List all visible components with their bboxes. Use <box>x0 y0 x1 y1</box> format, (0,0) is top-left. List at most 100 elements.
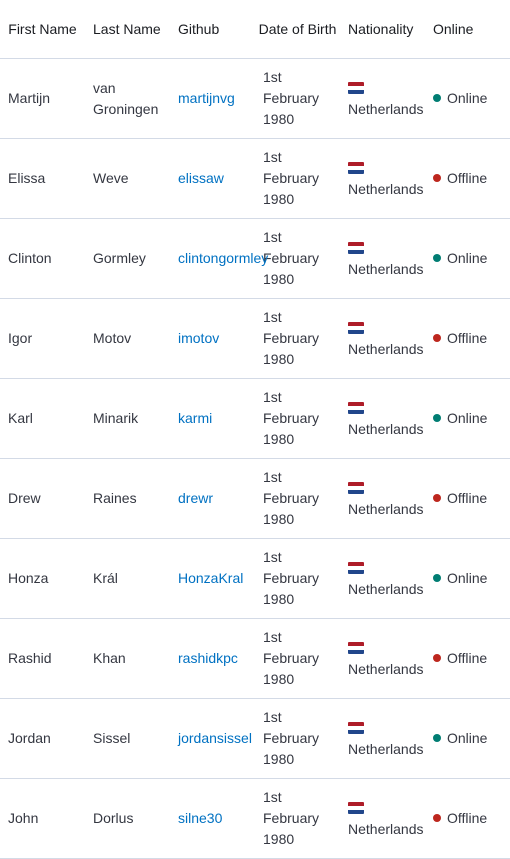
github-link[interactable]: martijnvg <box>178 90 235 106</box>
dob-text: 1st February 1980 <box>263 69 320 127</box>
dob-text: 1st February 1980 <box>263 469 320 527</box>
cell-dob: 1st February 1980 <box>255 139 340 219</box>
cell-first-name: Martijn <box>0 59 85 139</box>
netherlands-flag-icon <box>348 721 364 734</box>
cell-last-name: van Groningen <box>85 59 170 139</box>
dob-text: 1st February 1980 <box>263 149 320 207</box>
column-header-first-name[interactable]: First Name <box>0 0 85 59</box>
cell-github: jordansissel <box>170 699 255 779</box>
status-text: Offline <box>447 330 488 346</box>
column-header-dob[interactable]: Date of Birth <box>255 0 340 59</box>
nationality-text: Netherlands <box>348 100 424 117</box>
status-indicator: Offline <box>433 810 487 826</box>
cell-nationality: Netherlands <box>340 379 425 459</box>
cell-online: Online <box>425 59 510 139</box>
cell-nationality: Netherlands <box>340 539 425 619</box>
github-link[interactable]: clintongormley <box>178 250 268 266</box>
status-text: Offline <box>447 650 488 666</box>
column-header-label: Github <box>178 20 220 37</box>
column-header-label: Online <box>433 20 474 37</box>
column-header-nationality[interactable]: Nationality <box>340 0 425 59</box>
github-link[interactable]: imotov <box>178 330 219 346</box>
github-link[interactable]: rashidkpc <box>178 650 238 666</box>
dob-text: 1st February 1980 <box>263 629 320 687</box>
nationality-text: Netherlands <box>348 500 424 517</box>
github-link[interactable]: karmi <box>178 410 212 426</box>
status-text: Online <box>447 410 488 426</box>
status-indicator: Online <box>433 410 487 426</box>
github-link[interactable]: HonzaKral <box>178 570 243 586</box>
status-text: Online <box>447 90 488 106</box>
column-header-github[interactable]: Github <box>170 0 255 59</box>
last-name-text: Gormley <box>93 250 146 266</box>
cell-last-name: Minarik <box>85 379 170 459</box>
cell-nationality: Netherlands <box>340 139 425 219</box>
status-text: Online <box>447 570 488 586</box>
column-header-label: Last Name <box>93 20 161 37</box>
github-link[interactable]: drewr <box>178 490 213 506</box>
cell-github: drewr <box>170 459 255 539</box>
first-name-text: Elissa <box>8 170 46 186</box>
cell-last-name: Motov <box>85 299 170 379</box>
status-indicator: Offline <box>433 490 487 506</box>
cell-nationality: Netherlands <box>340 59 425 139</box>
table-row: Martijn van Groningen martijnvg 1st Febr… <box>0 59 510 139</box>
status-dot-icon <box>433 494 441 503</box>
nationality-text: Netherlands <box>348 820 424 837</box>
table-row: Karl Minarik karmi 1st February 1980 Net… <box>0 379 510 459</box>
github-link[interactable]: silne30 <box>178 810 222 826</box>
github-link[interactable]: elissaw <box>178 170 224 186</box>
status-dot-icon <box>433 94 441 103</box>
netherlands-flag-icon <box>348 241 364 254</box>
last-name-text: Khan <box>93 650 126 666</box>
cell-dob: 1st February 1980 <box>255 459 340 539</box>
nationality-text: Netherlands <box>348 340 424 357</box>
nationality-text: Netherlands <box>348 580 424 597</box>
netherlands-flag-icon <box>348 641 364 654</box>
status-dot-icon <box>433 414 441 423</box>
dob-text: 1st February 1980 <box>263 389 320 447</box>
last-name-text: Weve <box>93 170 129 186</box>
last-name-text: Dorlus <box>93 810 134 826</box>
github-link[interactable]: jordansissel <box>178 730 252 746</box>
cell-first-name: Honza <box>0 539 85 619</box>
first-name-text: Igor <box>8 330 33 346</box>
cell-last-name: Dorlus <box>85 779 170 859</box>
cell-github: HonzaKral <box>170 539 255 619</box>
cell-github: karmi <box>170 379 255 459</box>
first-name-text: Honza <box>8 570 49 586</box>
table-header-row: First Name Last Name Github Date of Birt… <box>0 0 510 59</box>
status-text: Offline <box>447 490 488 506</box>
cell-first-name: Karl <box>0 379 85 459</box>
cell-online: Online <box>425 379 510 459</box>
dob-text: 1st February 1980 <box>263 549 320 607</box>
status-indicator: Online <box>433 570 487 586</box>
cell-online: Online <box>425 219 510 299</box>
cell-online: Offline <box>425 299 510 379</box>
cell-first-name: Elissa <box>0 139 85 219</box>
table-body: Martijn van Groningen martijnvg 1st Febr… <box>0 59 510 859</box>
column-header-last-name[interactable]: Last Name <box>85 0 170 59</box>
cell-github: silne30 <box>170 779 255 859</box>
nationality-text: Netherlands <box>348 740 424 757</box>
cell-nationality: Netherlands <box>340 299 425 379</box>
cell-nationality: Netherlands <box>340 779 425 859</box>
first-name-text: Clinton <box>8 250 52 266</box>
first-name-text: Rashid <box>8 650 52 666</box>
last-name-text: Sissel <box>93 730 131 746</box>
nationality-text: Netherlands <box>348 660 424 677</box>
column-header-online[interactable]: Online <box>425 0 510 59</box>
dob-text: 1st February 1980 <box>263 309 320 367</box>
first-name-text: John <box>8 810 39 826</box>
cell-first-name: Drew <box>0 459 85 539</box>
status-dot-icon <box>433 734 441 743</box>
status-dot-icon <box>433 814 441 823</box>
cell-dob: 1st February 1980 <box>255 59 340 139</box>
last-name-text: Král <box>93 570 118 586</box>
cell-first-name: Jordan <box>0 699 85 779</box>
status-text: Offline <box>447 810 488 826</box>
cell-online: Online <box>425 699 510 779</box>
cell-first-name: John <box>0 779 85 859</box>
cell-github: clintongormley <box>170 219 268 299</box>
cell-last-name: Raines <box>85 459 170 539</box>
